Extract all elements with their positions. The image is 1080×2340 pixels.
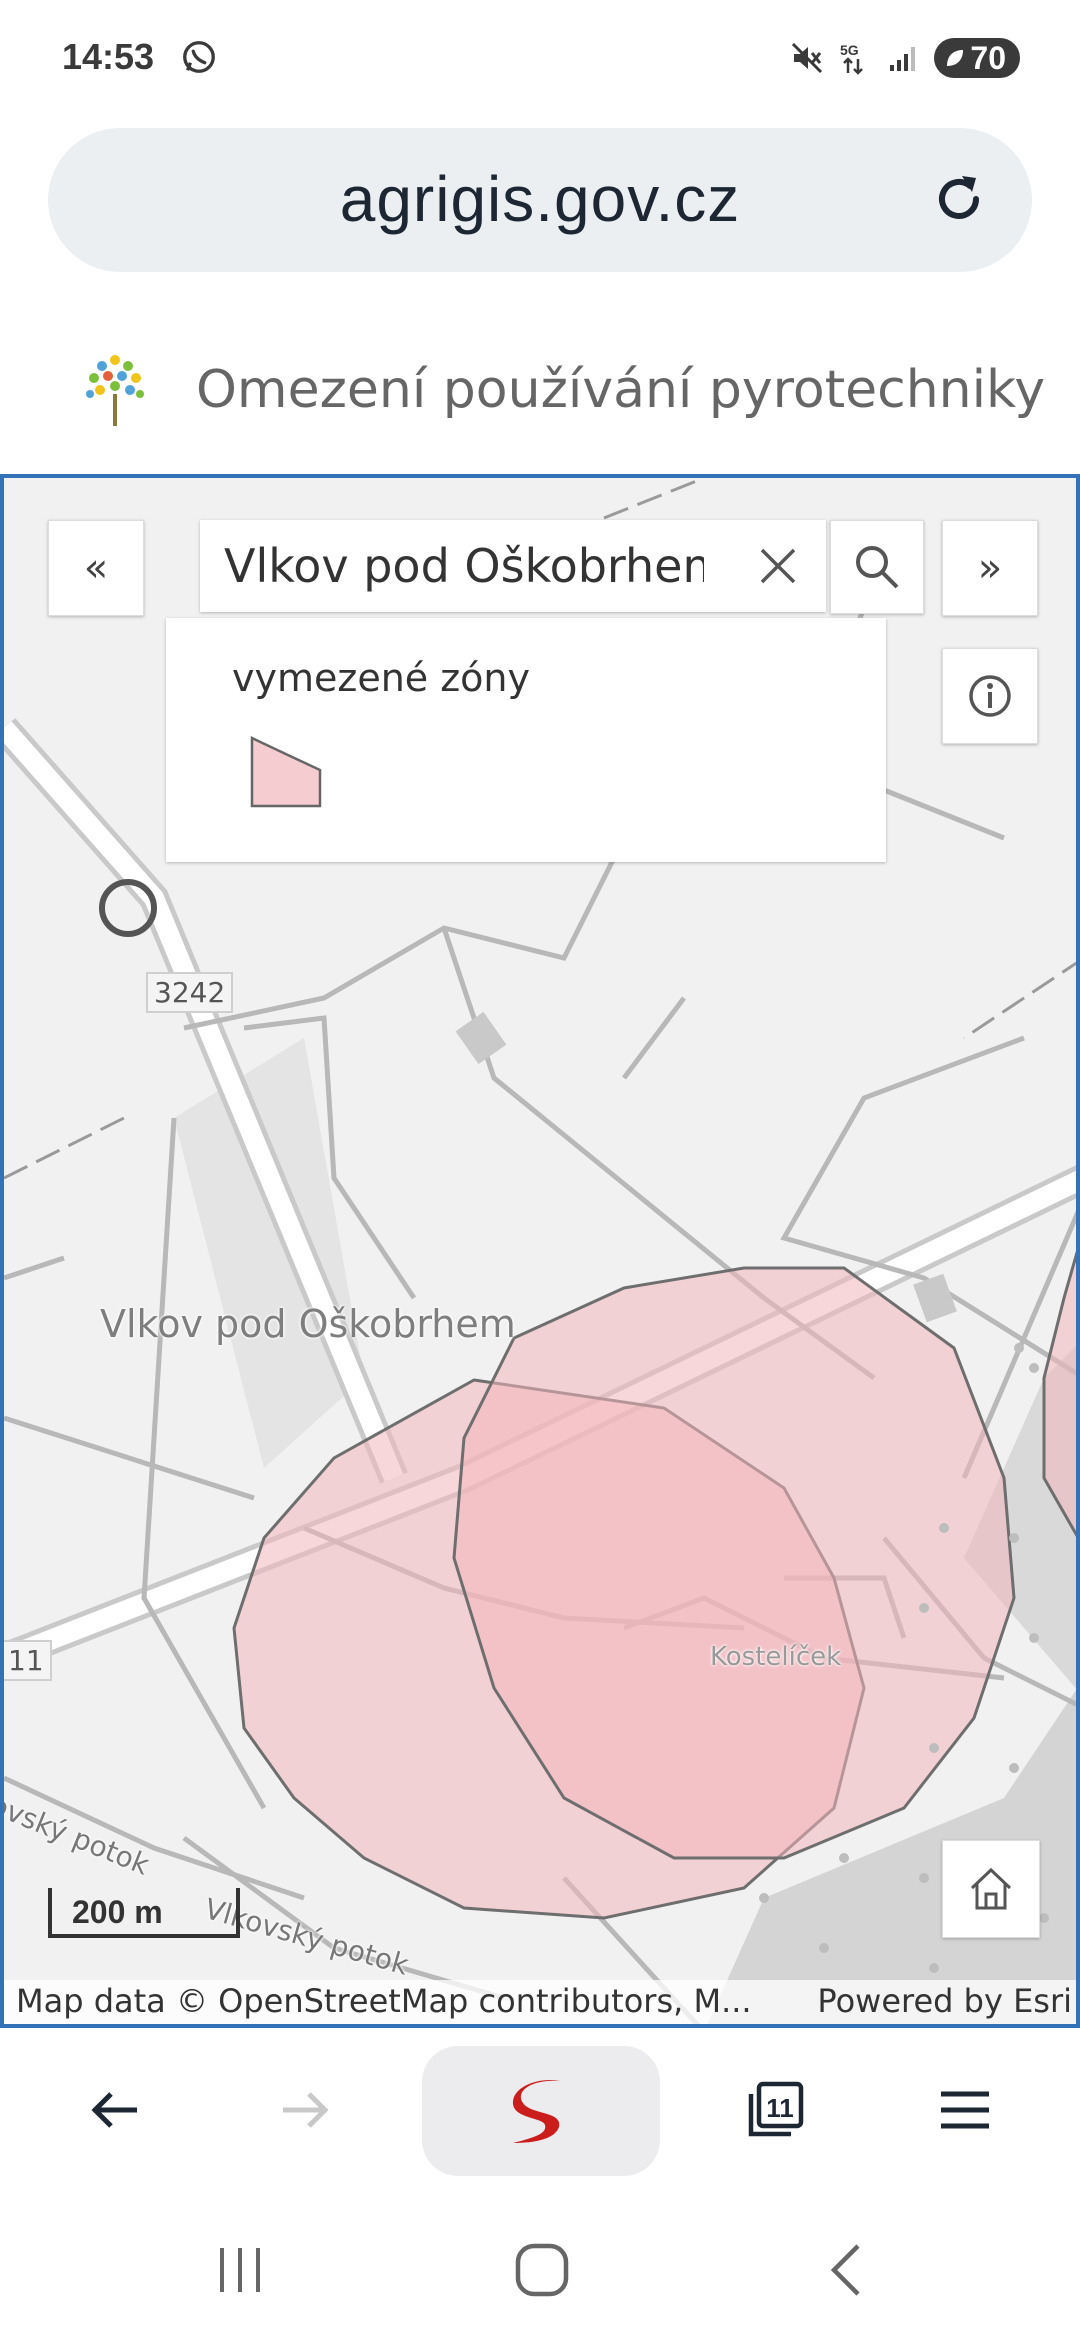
search-icon [856,546,899,589]
android-navigation-bar [0,2200,1080,2340]
close-icon[interactable] [754,542,802,590]
signal-icon [890,47,916,71]
address-bar[interactable]: agrigis.gov.cz [48,128,1032,272]
map-view[interactable]: Vlkov pod Oškobrhem Kostelíček ovský pot… [0,474,1080,2028]
info-button[interactable] [942,648,1038,744]
mute-icon [792,42,823,74]
seznam-logo [512,2079,561,2143]
road-number: 11 [4,1640,52,1681]
reload-icon[interactable] [930,170,988,228]
place-label: Vlkov pod Oškobrhem [100,1302,516,1346]
status-bar: 14:53 5G 70 [0,0,1080,118]
scale-bar: 200 m [48,1888,240,1938]
battery-icon: 70 [934,38,1020,78]
whatsapp-icon [183,41,215,73]
menu-button[interactable] [920,2030,1010,2190]
browser-toolbar: 11 [0,2030,1080,2190]
attribution-text[interactable]: Map data © OpenStreetMap contributors, M… [16,1982,752,2020]
site-header: Omezení používání pyrotechniky [0,330,1080,448]
5g-icon: 5G [840,42,864,75]
home-icon [970,1867,1012,1910]
home-icon[interactable] [510,2238,574,2302]
legend-title: vymezené zóny [232,656,531,700]
double-chevron-right-icon: » [977,545,1003,591]
map-attribution: Map data © OpenStreetMap contributors, M… [4,1980,1076,2024]
back-icon[interactable] [816,2238,880,2302]
status-icons: 5G 70 [790,36,1020,80]
tabs-button[interactable]: 11 [730,2030,820,2190]
leaf-icon [947,50,964,66]
search-input[interactable] [224,538,704,594]
svg-text:5G: 5G [840,42,859,58]
url-text[interactable]: agrigis.gov.cz [48,162,1032,236]
legend-swatch [250,736,322,808]
menu-icon [941,2091,989,2129]
road-number: 3242 [146,972,234,1013]
search-box[interactable] [200,520,826,612]
tab-count: 11 [766,2093,794,2123]
back-arrow-icon [91,2092,137,2128]
page-title: Omezení používání pyrotechniky [196,360,1046,420]
collapse-panel-button[interactable]: « [48,520,144,616]
place-label: Kostelíček [710,1642,842,1672]
forward-button[interactable] [260,2030,350,2190]
legend-panel: vymezené zóny [166,618,886,862]
forward-arrow-icon [283,2092,329,2128]
battery-level: 70 [970,39,1006,76]
home-extent-button[interactable] [942,1840,1040,1938]
seznam-home-button[interactable] [422,2046,660,2176]
scale-label: 200 m [72,1894,163,1930]
tree-logo [86,355,144,426]
status-time: 14:53 [62,36,155,77]
search-button[interactable] [830,520,924,614]
back-button[interactable] [70,2030,160,2190]
powered-by-esri[interactable]: Powered by Esri [817,1982,1072,2020]
double-chevron-left-icon: « [83,545,109,591]
recents-icon[interactable] [210,2240,270,2300]
expand-panel-button[interactable]: » [942,520,1038,616]
info-icon [969,675,1011,717]
